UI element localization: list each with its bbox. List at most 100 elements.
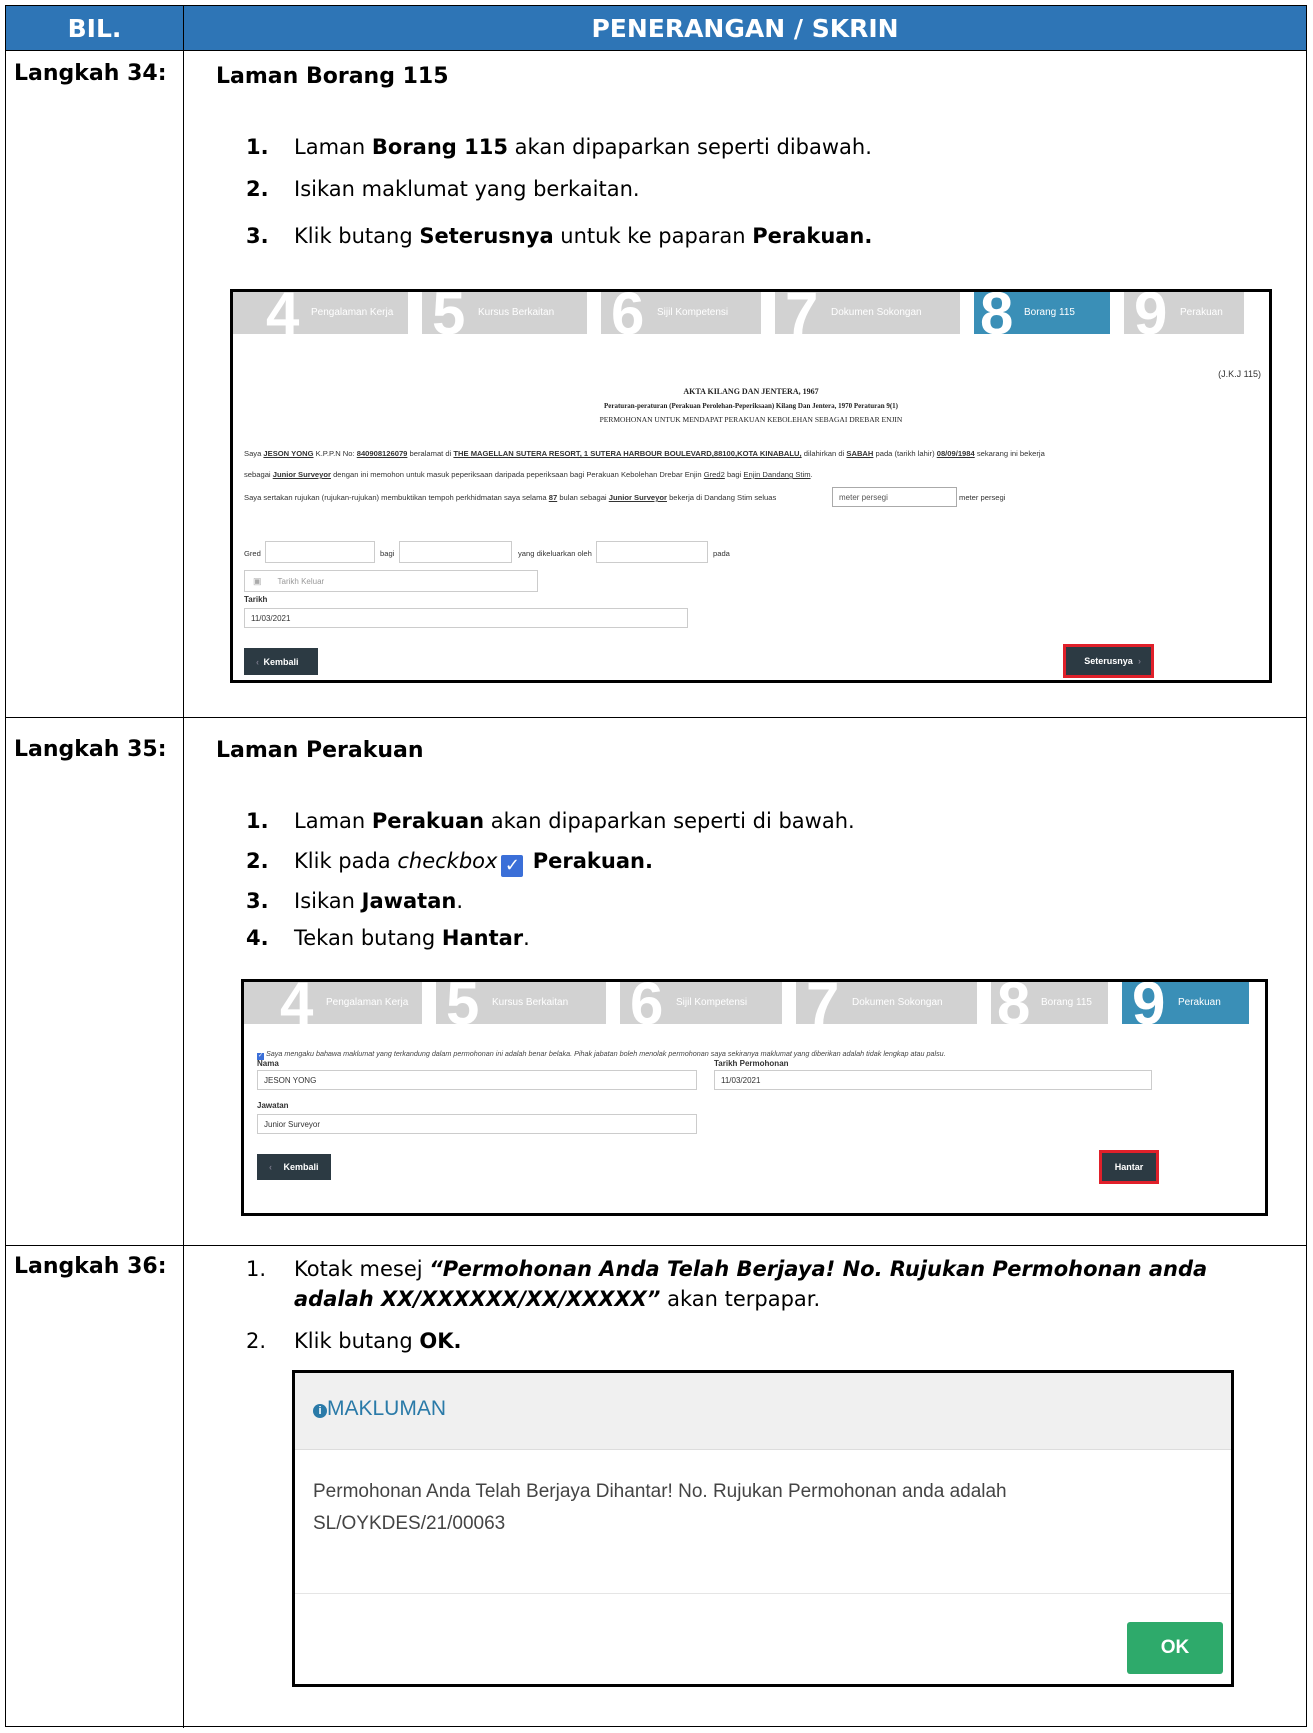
text: K.P.P.N No:	[313, 449, 357, 458]
text-bold: Seterusnya	[419, 224, 554, 248]
instruction-item: 1. Laman Borang 115 akan dipaparkan sepe…	[246, 132, 1246, 162]
kembali-button[interactable]: ‹ Kembali	[257, 1154, 331, 1180]
text-bold: Perakuan.	[525, 849, 653, 873]
message-line: Permohonan Anda Telah Berjaya Dihantar! …	[313, 1481, 1007, 1502]
nama-input[interactable]: JESON YONG	[257, 1070, 697, 1090]
section-title-borang115: Laman Borang 115	[216, 64, 449, 89]
tarikh-label: Tarikh	[244, 595, 268, 604]
text: sebagai	[244, 470, 273, 479]
tab-perakuan[interactable]: 9 Perakuan	[1124, 292, 1244, 334]
text: bulan sebagai	[557, 493, 609, 502]
chevron-left-icon: ‹	[269, 1162, 272, 1172]
instruction-item: 2. Klik pada checkbox ✓ Perakuan.	[246, 846, 1246, 877]
issued-by-input[interactable]	[596, 541, 708, 563]
applicant-name: JESON YONG	[263, 449, 314, 458]
text-bold: OK.	[419, 1329, 462, 1353]
hantar-button[interactable]: Hantar	[1099, 1150, 1159, 1184]
tab-label: Borang 115	[1041, 997, 1092, 1008]
tab-dokumen-sokongan[interactable]: 7 Dokumen Sokongan	[796, 982, 977, 1024]
text-bold: Perakuan.	[752, 224, 873, 248]
instruction-item: 3. Isikan Jawatan.	[246, 886, 1246, 916]
tab-number: 7	[806, 982, 840, 1024]
tarikh-input[interactable]: 11/03/2021	[244, 608, 688, 628]
birth-state: SABAH	[846, 449, 874, 458]
dialog-message: Permohonan Anda Telah Berjaya Dihantar! …	[313, 1476, 1193, 1540]
text: .	[523, 926, 530, 950]
tab-borang-115[interactable]: 8 Borang 115	[991, 982, 1108, 1024]
form-reference: (J.K.J 115)	[1218, 369, 1261, 379]
col-header-penerangan: PENERANGAN / SKRIN	[184, 6, 1306, 50]
row-divider	[6, 1245, 1306, 1246]
text: dilahirkan di	[801, 449, 847, 458]
tab-pengalaman-kerja[interactable]: 4 Pengalaman Kerja	[233, 292, 408, 334]
engine-type: Enjin Dandang Stim	[743, 470, 811, 479]
placeholder-text: Tarikh Keluar	[277, 576, 325, 586]
item-number: 2.	[246, 177, 269, 201]
text: akan dipaparkan seperti di bawah.	[484, 809, 855, 833]
text: untuk ke paparan	[553, 224, 753, 248]
text: akan dipaparkan seperti dibawah.	[507, 135, 872, 159]
tab-number: 4	[266, 292, 300, 334]
tab-label: Sijil Kompetensi	[657, 307, 729, 318]
row-divider	[6, 717, 1306, 718]
tarikh-keluar-input[interactable]: ▣ Tarikh Keluar	[244, 570, 538, 592]
info-icon: i	[313, 1404, 327, 1418]
gred-input[interactable]	[265, 541, 375, 563]
text: bekerja di Dandang Stim seluas	[666, 493, 777, 502]
text: Laman	[294, 809, 372, 833]
area-input[interactable]: meter persegi	[832, 487, 957, 507]
jawatan-input[interactable]: Junior Surveyor	[257, 1114, 697, 1134]
tarikh-permohonan-input[interactable]: 11/03/2021	[714, 1070, 1152, 1090]
ok-button[interactable]: OK	[1127, 1622, 1223, 1674]
grade: Gred2	[703, 470, 725, 479]
bagi-input[interactable]	[399, 541, 512, 563]
area-unit: meter persegi	[959, 493, 1006, 502]
kembali-button[interactable]: ‹ Kembali	[244, 648, 318, 675]
tab-sijil-kompetensi[interactable]: 6 Sijil Kompetensi	[620, 982, 782, 1024]
tab-number: 5	[446, 982, 480, 1024]
step-label-35: Langkah 35:	[14, 737, 167, 762]
job-title: Junior Surveyor	[608, 493, 667, 502]
text: .	[456, 889, 464, 913]
date-of-birth: 08/09/1984	[936, 449, 975, 458]
item-number: 1.	[246, 135, 269, 159]
calendar-icon: ▣	[253, 575, 262, 586]
bagi-label: bagi	[380, 549, 395, 558]
instruction-item: 1. Laman Perakuan akan dipaparkan sepert…	[246, 806, 1246, 836]
text: Klik pada	[294, 849, 398, 873]
tab-label: Dokumen Sokongan	[831, 307, 922, 318]
tab-kursus-berkaitan[interactable]: 5 Kursus Berkaitan	[422, 292, 587, 334]
text-bold: Perakuan	[371, 809, 485, 833]
tab-number: 9	[1134, 292, 1168, 334]
step-tabs: 4 Pengalaman Kerja 5 Kursus Berkaitan 6 Sij…	[233, 292, 1269, 334]
text: dengan ini memohon untuk masuk peperiksa…	[330, 470, 704, 479]
form-paragraph-2: sebagai Junior Surveyor dengan ini memoh…	[244, 470, 1264, 479]
tab-label: Pengalaman Kerja	[326, 997, 409, 1008]
declaration-text: Saya mengaku bahawa maklumat yang terkan…	[266, 1049, 946, 1058]
tab-number: 6	[611, 292, 645, 334]
pada-label: pada	[713, 549, 730, 558]
tab-label: Kursus Berkaitan	[492, 997, 569, 1008]
issued-by-label: yang dikeluarkan oleh	[518, 549, 592, 558]
text: Isikan	[294, 889, 362, 913]
text: Laman	[294, 135, 372, 159]
seterusnya-button[interactable]: Seterusnya ›	[1063, 644, 1154, 678]
tab-label: Perakuan	[1178, 997, 1221, 1008]
tab-perakuan[interactable]: 9 Perakuan	[1122, 982, 1249, 1024]
tab-label: Kursus Berkaitan	[478, 307, 555, 318]
tab-pengalaman-kerja[interactable]: 4 Pengalaman Kerja	[244, 982, 422, 1024]
step-tabs: 4 Pengalaman Kerja 5 Kursus Berkaitan 6 Sij…	[244, 982, 1265, 1024]
tab-borang-115[interactable]: 8 Borang 115	[974, 292, 1110, 334]
tab-number: 8	[980, 292, 1014, 334]
tab-kursus-berkaitan[interactable]: 5 Kursus Berkaitan	[436, 982, 606, 1024]
tab-dokumen-sokongan[interactable]: 7 Dokumen Sokongan	[775, 292, 960, 334]
instruction-item: 1. Kotak mesej “Permohonan Anda Telah Be…	[246, 1254, 1296, 1318]
text: Klik butang	[294, 1329, 420, 1353]
act-title: AKTA KILANG DAN JENTERA, 1967	[683, 387, 819, 396]
button-label: Kembali	[263, 656, 299, 667]
text: beralamat di	[407, 449, 454, 458]
step-label-36: Langkah 36:	[14, 1254, 167, 1279]
text-bold: Jawatan	[361, 889, 457, 913]
tab-sijil-kompetensi[interactable]: 6 Sijil Kompetensi	[601, 292, 761, 334]
makluman-dialog: i MAKLUMAN Permohonan Anda Telah Berjaya …	[292, 1370, 1234, 1687]
